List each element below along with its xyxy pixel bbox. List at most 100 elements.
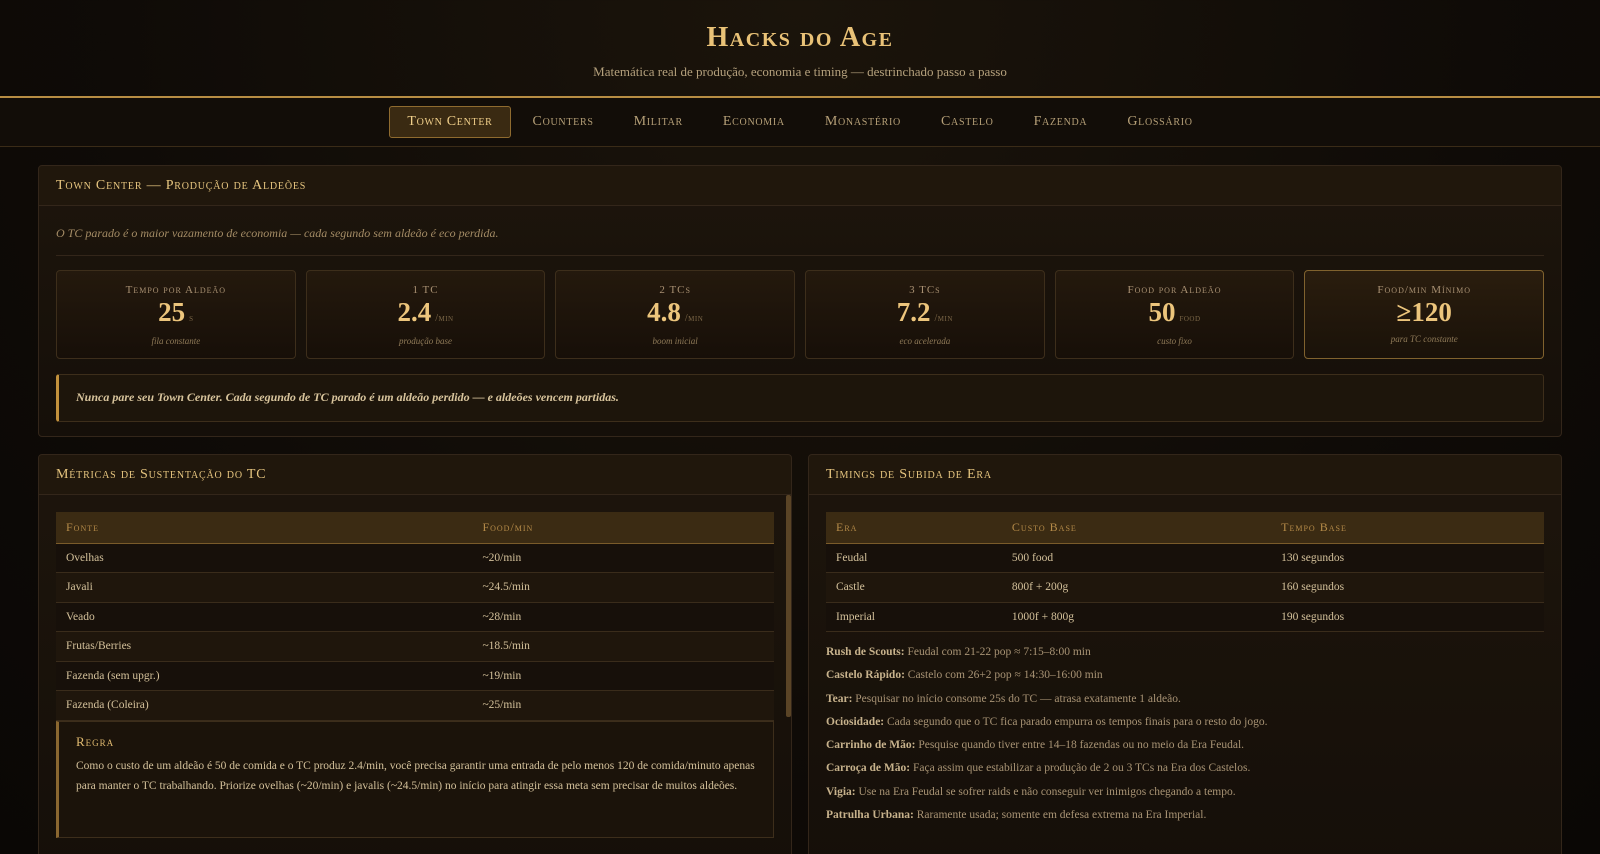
- tab-monasterio[interactable]: Monastério: [807, 106, 919, 138]
- stat-note: boom inicial: [652, 336, 698, 346]
- column-header: Tempo Base: [1271, 512, 1544, 544]
- stat-value: 4.8: [647, 297, 681, 327]
- table-cell: Fazenda (sem upgr.): [56, 661, 473, 691]
- table-row: Castle 800f + 200g 160 segundos: [826, 572, 1544, 603]
- table-cell: Imperial: [826, 602, 1002, 632]
- note-text: Use na Era Feudal se sofrer raids e não …: [858, 785, 1236, 798]
- table-cell: Javali: [56, 572, 473, 603]
- table-row: Fazenda (sem upgr.) ~19/min: [56, 661, 774, 691]
- tc-intro: O TC parado é o maior vazamento de econo…: [56, 206, 1544, 256]
- stat-note: custo fixo: [1157, 336, 1192, 346]
- note-label: Rush de Scouts:: [826, 646, 905, 658]
- timings-panel: Timings de Subida de Era Era Custo Base …: [808, 454, 1562, 854]
- timings-table: Era Custo Base Tempo Base Feudal 500 food…: [826, 512, 1544, 632]
- table-row: Imperial 1000f + 800g 190 segundos: [826, 602, 1544, 632]
- tab-fazenda[interactable]: Fazenda: [1016, 106, 1106, 138]
- note-text: Faça assim que estabilizar a produção de…: [912, 762, 1251, 775]
- table-row: Feudal 500 food 130 segundos: [826, 543, 1544, 573]
- metrics-table: Fonte Food/min Ovelhas ~20/min Javali ~24.…: [56, 512, 774, 721]
- tab-town-center[interactable]: Town Center: [389, 106, 511, 138]
- note-label: Carrinho de Mão:: [826, 739, 916, 752]
- column-header: Custo Base: [1001, 512, 1272, 544]
- stat-note: fila constante: [151, 336, 201, 346]
- stat-unit: /min: [684, 313, 704, 324]
- note-item: Patrulha Urbana: Raramente usada; soment…: [826, 807, 1544, 830]
- table-cell: Frutas/Berries: [56, 631, 473, 662]
- column-header: Era: [826, 512, 1002, 544]
- site-subtitle: Matemática real de produção, economia e …: [593, 64, 1007, 79]
- stat-label: Food por Aldeão: [1127, 284, 1222, 296]
- note-label: Tear:: [826, 692, 853, 705]
- note-label: Ociosidade:: [826, 715, 885, 728]
- metrics-panel: Métricas de Sustentação do TC Fonte Food…: [38, 454, 792, 854]
- stat-label: 2 TCs: [659, 284, 691, 296]
- table-cell: 130 segundos: [1271, 543, 1544, 573]
- table-cell: ~25/min: [472, 690, 774, 721]
- main-nav: Town Center Counters Militar Economia Mo…: [0, 96, 1600, 147]
- tab-castelo[interactable]: Castelo: [923, 106, 1012, 138]
- note-text: Castelo com 26+2 pop ≈ 14:30–16:00 min: [907, 669, 1103, 682]
- stat-card: Food por Aldeão 50 food custo fixo: [1054, 270, 1295, 359]
- tc-callout: Nunca pare seu Town Center. Cada segundo…: [56, 374, 1544, 422]
- column-header: Food/min: [472, 512, 774, 544]
- table-row: Fazenda (Coleira) ~25/min: [56, 690, 774, 721]
- table-row: Veado ~28/min: [56, 602, 774, 632]
- note-text: Cada segundo que o TC fica parado empurr…: [887, 715, 1268, 728]
- stat-unit: /min: [435, 313, 454, 324]
- stat-value: 25: [158, 297, 186, 327]
- note-label: Patrulha Urbana:: [826, 809, 914, 822]
- stat-note: para TC constante: [1390, 334, 1458, 344]
- table-cell: 160 segundos: [1271, 572, 1544, 603]
- stat-unit: food: [1179, 313, 1201, 324]
- note-item: Carrinho de Mão: Pesquise quando tiver e…: [826, 737, 1544, 760]
- note-item: Rush de Scouts: Feudal com 21-22 pop ≈ 7…: [826, 644, 1544, 667]
- stat-label: Tempo por Aldeão: [125, 284, 227, 296]
- scrollbar[interactable]: [786, 495, 791, 717]
- table-cell: Castle: [826, 572, 1002, 603]
- table-cell: ~28/min: [472, 602, 774, 632]
- note-label: Castelo Rápido:: [826, 669, 905, 682]
- tab-economia[interactable]: Economia: [705, 106, 803, 138]
- panel-title: Timings de Subida de Era: [809, 455, 1561, 495]
- stat-value: 7.2: [896, 297, 931, 327]
- table-cell: ~19/min: [472, 661, 774, 691]
- note-text: Feudal com 21-22 pop ≈ 7:15–8:00 min: [907, 646, 1091, 658]
- table-cell: Feudal: [826, 543, 1002, 573]
- table-cell: ~20/min: [472, 543, 774, 573]
- stat-value: 2.4: [397, 297, 432, 327]
- note-item: Vigia: Use na Era Feudal se sofrer raids…: [826, 784, 1544, 807]
- stat-card: 3 TCs 7.2 /min eco acelerada: [805, 270, 1045, 359]
- table-cell: 1000f + 800g: [1001, 602, 1272, 632]
- note-item: Carroça de Mão: Faça assim que estabiliz…: [826, 760, 1544, 783]
- table-cell: 800f + 200g: [1001, 572, 1272, 603]
- stat-note: eco acelerada: [899, 336, 951, 346]
- note-label: Vigia:: [826, 785, 856, 798]
- note-item: Tear: Pesquisar no início consome 25s do…: [826, 691, 1544, 714]
- rule-text: Como o custo de um aldeão é 50 de comida…: [76, 759, 755, 793]
- stat-value: 50: [1148, 297, 1176, 327]
- table-row: Javali ~24.5/min: [56, 572, 774, 603]
- note-text: Raramente usada; somente em defesa extre…: [916, 809, 1207, 822]
- table-cell: 500 food: [1001, 543, 1272, 573]
- note-item: Ociosidade: Cada segundo que o TC fica p…: [826, 714, 1544, 737]
- stat-card: 2 TCs 4.8 /min boom inicial: [555, 270, 796, 359]
- tab-militar[interactable]: Militar: [616, 106, 701, 138]
- stat-label: Food/min Mínimo: [1377, 284, 1471, 296]
- tab-glossario[interactable]: Glossário: [1109, 106, 1210, 138]
- tab-counters[interactable]: Counters: [515, 106, 612, 138]
- stat-card: Tempo por Aldeão 25 s fila constante: [56, 270, 296, 359]
- note-text: Pesquisar no início consome 25s do TC — …: [855, 692, 1181, 705]
- table-cell: Ovelhas: [56, 543, 473, 573]
- table-cell: ~18.5/min: [472, 631, 774, 662]
- table-cell: Fazenda (Coleira): [56, 690, 473, 721]
- column-header: Fonte: [56, 512, 473, 544]
- table-cell: ~24.5/min: [472, 572, 774, 603]
- panel-title: Métricas de Sustentação do TC: [39, 455, 791, 495]
- rule-box: Regra Como o custo de um aldeão é 50 de …: [56, 720, 774, 838]
- rule-title: Regra: [76, 733, 115, 749]
- panel-title: Town Center — Produção de Aldeões: [39, 166, 1561, 206]
- table-cell: Veado: [56, 602, 473, 632]
- note-text: Pesquise quando tiver entre 14–18 fazend…: [918, 739, 1245, 752]
- timing-notes: Rush de Scouts: Feudal com 21-22 pop ≈ 7…: [826, 644, 1544, 830]
- table-row: Frutas/Berries ~18.5/min: [56, 631, 774, 662]
